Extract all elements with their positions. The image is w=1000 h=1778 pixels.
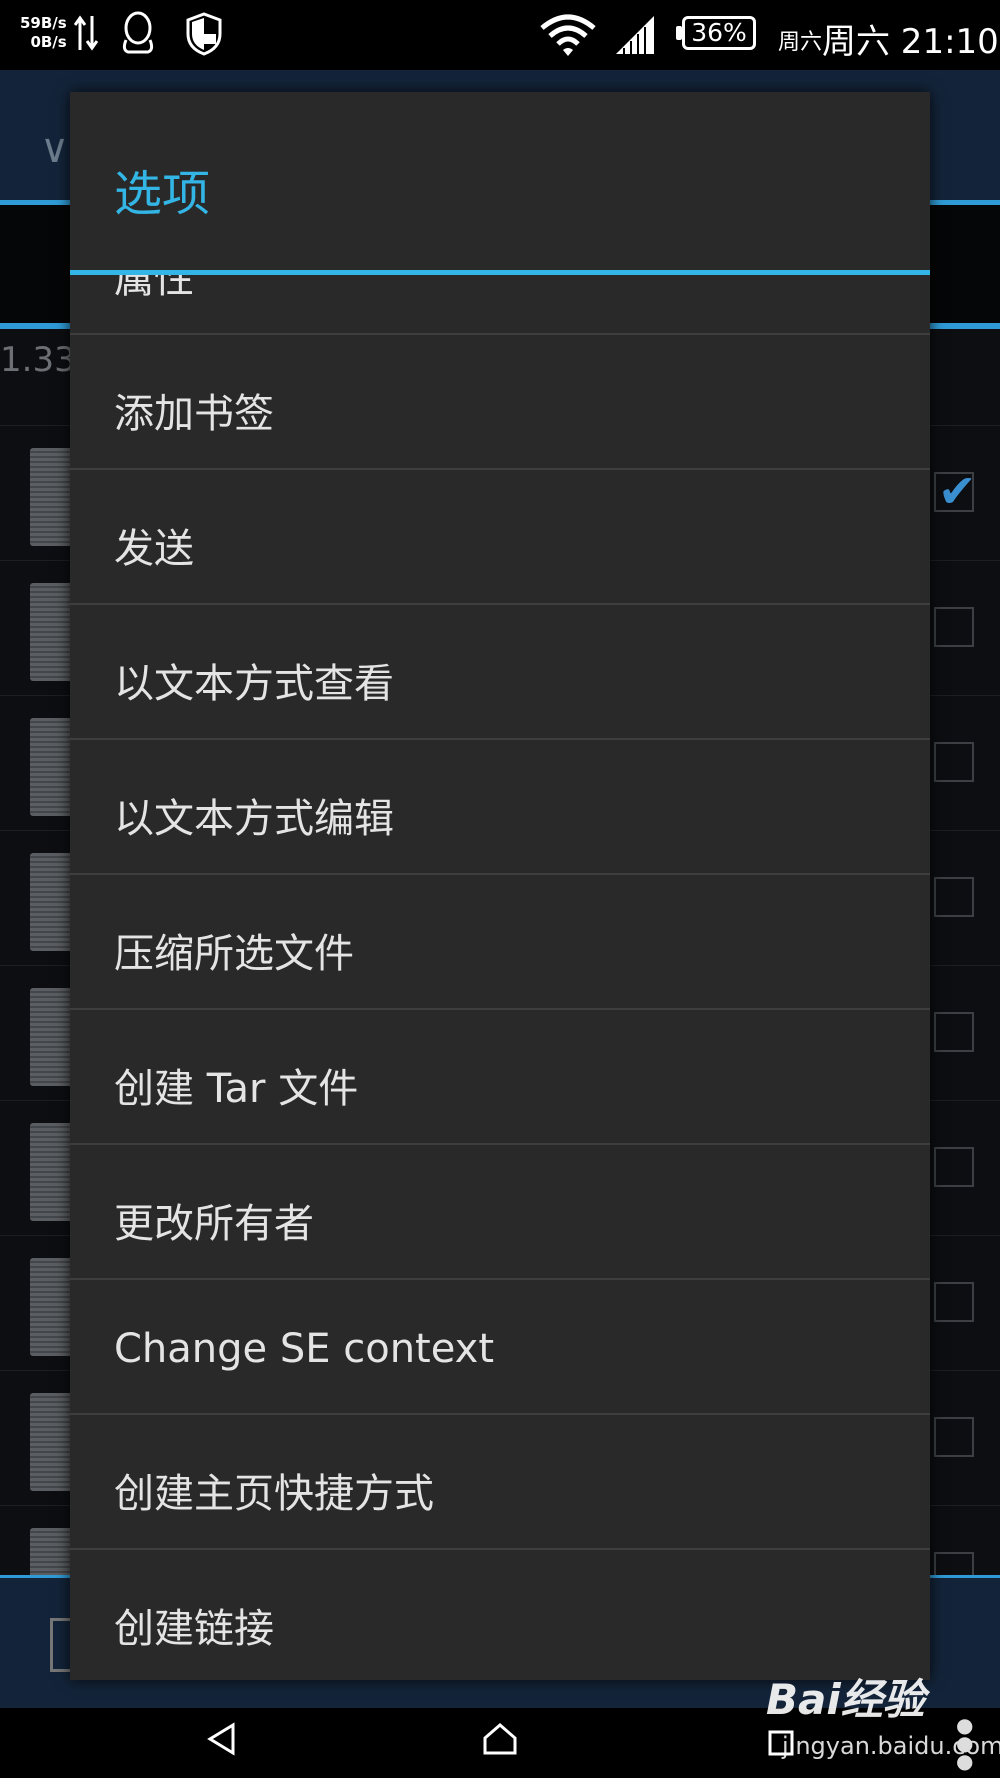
menu-item-label: 压缩所选文件 <box>114 931 354 977</box>
battery-indicator: 36% <box>682 16 756 50</box>
menu-item-label: 添加书签 <box>114 391 274 437</box>
file-thumbnail <box>30 1393 74 1491</box>
signal-icon <box>616 16 654 54</box>
menu-item-label: 创建链接 <box>114 1606 274 1652</box>
menu-item-label: 以文本方式查看 <box>114 661 394 707</box>
qq-icon <box>122 11 154 54</box>
file-thumbnail <box>30 853 74 951</box>
home-icon[interactable] <box>482 1722 518 1756</box>
file-thumbnail <box>30 988 74 1086</box>
file-thumbnail <box>30 448 74 546</box>
checkbox <box>934 1417 974 1457</box>
checkbox <box>934 607 974 647</box>
network-speed: 59B/s 0B/s <box>20 14 67 52</box>
download-speed: 0B/s <box>30 33 67 51</box>
file-thumbnail <box>30 1258 74 1356</box>
background-path: 1.33 <box>0 340 76 380</box>
menu-item-change-se-context[interactable]: Change SE context <box>70 1280 930 1415</box>
menu-item-change-owner[interactable]: 更改所有者 <box>70 1145 930 1280</box>
menu-item-view-as-text[interactable]: 以文本方式查看 <box>70 605 930 740</box>
checkbox <box>934 1282 974 1322</box>
menu-item-compress-selected[interactable]: 压缩所选文件 <box>70 875 930 1010</box>
options-menu-list[interactable]: 属性 添加书签 发送 以文本方式查看 以文本方式编辑 压缩所选文件 创建 Tar… <box>70 275 930 1680</box>
menu-item-label: 发送 <box>114 526 194 572</box>
menu-item-label: 更改所有者 <box>114 1201 314 1247</box>
check-icon: ✔ <box>938 464 977 518</box>
menu-item-send[interactable]: 发送 <box>70 470 930 605</box>
options-dialog: 选项 属性 添加书签 发送 以文本方式查看 以文本方式编辑 压缩所选文件 创建 … <box>70 92 930 1680</box>
upload-speed: 59B/s <box>20 14 67 32</box>
status-bar: 59B/s 0B/s 36% 周六 周六 21:10 <box>0 0 1000 70</box>
menu-item-add-bookmark[interactable]: 添加书签 <box>70 335 930 470</box>
day-label: 周六 <box>778 30 823 55</box>
menu-item-label: 以文本方式编辑 <box>114 796 394 842</box>
shield-icon <box>186 12 222 56</box>
chevron-down-icon: ∨ <box>40 126 70 172</box>
menu-item-create-tar[interactable]: 创建 Tar 文件 <box>70 1010 930 1145</box>
menu-item-label: 创建主页快捷方式 <box>114 1471 434 1517</box>
watermark-logo: Bai经验 <box>766 1675 925 1724</box>
menu-item-label: 属性 <box>114 275 194 302</box>
menu-item-properties[interactable]: 属性 <box>70 275 930 335</box>
wifi-icon <box>540 14 596 56</box>
menu-item-label: Change SE context <box>114 1326 494 1372</box>
file-thumbnail <box>30 1123 74 1221</box>
back-icon[interactable] <box>206 1722 236 1756</box>
clock: 周六 21:10 <box>822 22 999 62</box>
menu-item-edit-as-text[interactable]: 以文本方式编辑 <box>70 740 930 875</box>
checkbox <box>934 1147 974 1187</box>
data-transfer-icon <box>74 15 98 51</box>
checkbox <box>934 1012 974 1052</box>
checkbox <box>934 742 974 782</box>
dialog-title: 选项 <box>114 166 211 222</box>
file-thumbnail <box>30 583 74 681</box>
file-thumbnail <box>30 718 74 816</box>
menu-item-label: 创建 Tar 文件 <box>114 1066 359 1112</box>
menu-item-create-home-shortcut[interactable]: 创建主页快捷方式 <box>70 1415 930 1550</box>
baidu-jingyan-watermark: Bai经验 jingyan.baidu.com ● ● ● <box>760 1658 1000 1778</box>
more-icon: ● ● ● <box>956 1713 974 1773</box>
checkbox <box>934 877 974 917</box>
